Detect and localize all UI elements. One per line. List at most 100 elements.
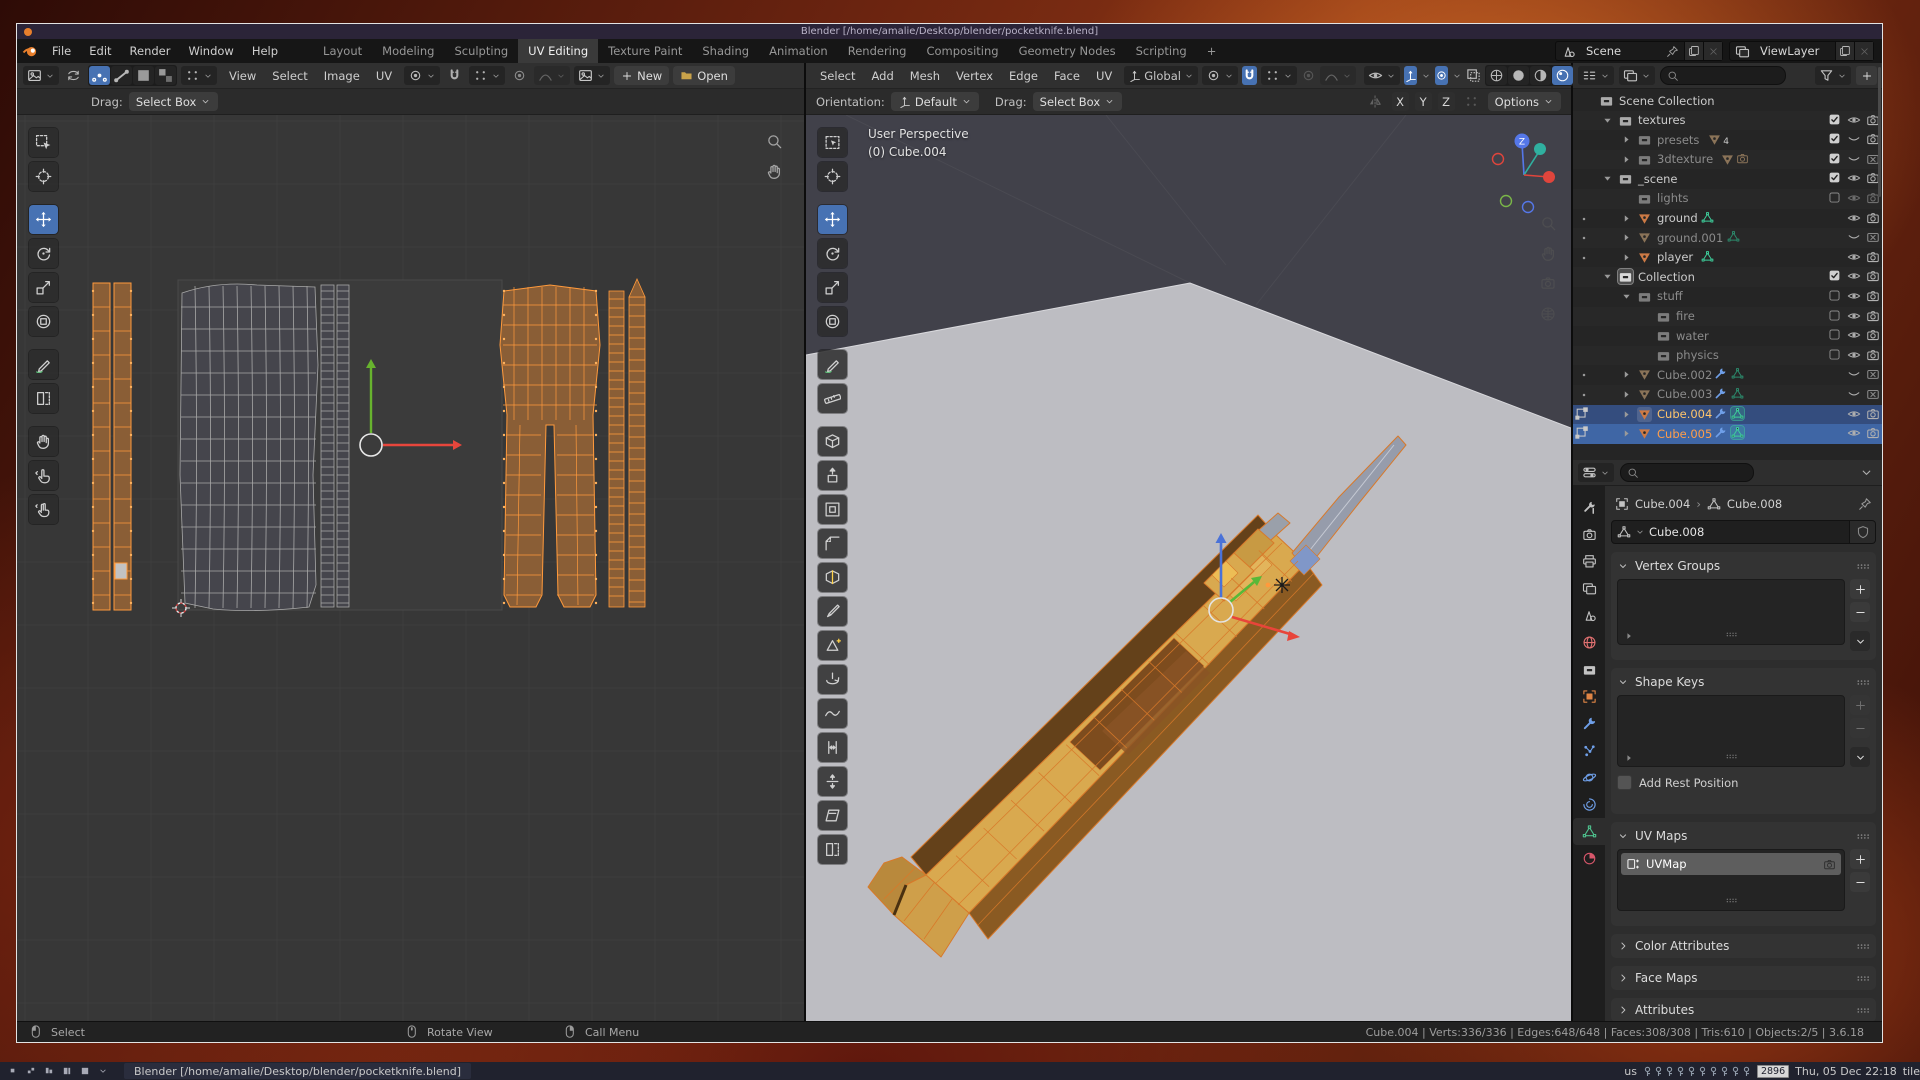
tray-icon[interactable] xyxy=(1654,1066,1663,1077)
uv-falloff-dropdown[interactable] xyxy=(534,66,570,85)
add-rest-position-checkbox[interactable] xyxy=(1617,775,1632,790)
outliner-item-label[interactable]: Scene Collection xyxy=(1619,94,1715,108)
new-scene-button[interactable] xyxy=(1684,42,1703,60)
snap-target-dropdown[interactable] xyxy=(1261,66,1297,85)
tool-annotate[interactable] xyxy=(818,350,847,379)
menu-edit[interactable]: Edit xyxy=(80,39,120,63)
scene-name[interactable]: Scene xyxy=(1581,42,1661,60)
tool-rip-region[interactable] xyxy=(818,835,847,864)
outliner-item-label[interactable]: Cube.004 xyxy=(1657,407,1712,421)
uv-drag-mode-dropdown[interactable]: Select Box xyxy=(129,92,219,111)
disable-render-toggle[interactable] xyxy=(1866,230,1880,244)
exclude-checkbox[interactable] xyxy=(1828,309,1841,322)
uv-snap-target-dropdown[interactable] xyxy=(469,66,505,85)
outliner-item-label[interactable]: 3dtexture xyxy=(1657,152,1713,166)
outliner-row-textures[interactable]: textures xyxy=(1573,111,1882,131)
tool-smooth[interactable] xyxy=(818,699,847,728)
uv-pivot-dropdown[interactable] xyxy=(404,66,440,85)
tool-scale[interactable] xyxy=(818,273,847,302)
tool-transform[interactable] xyxy=(818,307,847,336)
remove-uvmap-button[interactable] xyxy=(1850,872,1870,892)
scene-selector[interactable]: Scene xyxy=(1555,41,1723,61)
tray-icon[interactable] xyxy=(1687,1066,1696,1077)
menu-help[interactable]: Help xyxy=(243,39,287,63)
workspace-tab-rendering[interactable]: Rendering xyxy=(838,39,917,63)
panel-grip-icon[interactable] xyxy=(1855,829,1870,844)
viewlayer-browse-icon[interactable] xyxy=(1730,42,1755,60)
outliner-scrollbar[interactable] xyxy=(1878,67,1881,197)
tray-icon[interactable] xyxy=(1720,1066,1729,1077)
properties-tab-object[interactable] xyxy=(1573,683,1605,710)
outliner-item-label[interactable]: water xyxy=(1676,329,1709,343)
expand-arrow-icon[interactable] xyxy=(1621,428,1632,439)
taskbar-window-button[interactable]: Blender [/home/amalie/Desktop/blender/po… xyxy=(124,1063,471,1079)
tray-icon[interactable] xyxy=(1698,1066,1707,1077)
panel-grip-icon[interactable] xyxy=(1855,675,1870,690)
editor-type-dropdown[interactable] xyxy=(23,66,59,85)
disable-render-toggle[interactable] xyxy=(1866,387,1880,401)
image-browse-dropdown[interactable] xyxy=(574,66,610,85)
collapse-arrow-icon[interactable] xyxy=(1617,560,1629,572)
tool-move[interactable] xyxy=(29,205,58,234)
tool-annotate[interactable] xyxy=(29,350,58,379)
workspace-tab-sculpting[interactable]: Sculpting xyxy=(444,39,518,63)
tool-add-cube[interactable] xyxy=(818,427,847,456)
tool-move[interactable] xyxy=(818,205,847,234)
expand-arrow-icon[interactable] xyxy=(1602,173,1613,184)
outliner-item-label[interactable]: Collection xyxy=(1638,270,1695,284)
fake-user-shield-button[interactable] xyxy=(1850,520,1876,544)
mirror-axis-icon[interactable] xyxy=(1365,92,1386,111)
properties-tab-data[interactable] xyxy=(1573,818,1605,845)
pager-workspace-icon[interactable] xyxy=(62,1066,72,1076)
workspace-tab-modeling[interactable]: Modeling xyxy=(372,39,444,63)
face-maps-panel[interactable]: Face Maps xyxy=(1611,966,1876,990)
uv-canvas[interactable] xyxy=(17,115,804,1022)
expand-arrow-icon[interactable] xyxy=(1621,389,1632,400)
tool-knife[interactable] xyxy=(818,597,847,626)
outliner-item-label[interactable]: presets xyxy=(1657,133,1699,147)
outliner-row-ground-001[interactable]: ground.001 xyxy=(1573,228,1882,248)
uvmap-render-camera-icon[interactable] xyxy=(1823,858,1836,871)
expand-arrow-icon[interactable] xyxy=(1617,972,1629,984)
workspace-tab-layout[interactable]: Layout xyxy=(313,39,372,63)
blender-logo-icon[interactable] xyxy=(17,39,43,63)
outliner-row-physics[interactable]: physics xyxy=(1573,346,1882,366)
remove-shape-key-button[interactable] xyxy=(1850,718,1870,738)
workspace-tab-compositing[interactable]: Compositing xyxy=(916,39,1008,63)
disable-render-toggle[interactable] xyxy=(1866,407,1880,421)
hide-eye-toggle[interactable] xyxy=(1847,191,1861,205)
add-shape-key-button[interactable] xyxy=(1850,695,1870,715)
tool-two-finger-swipe[interactable] xyxy=(29,495,58,524)
outliner-filter-dropdown[interactable] xyxy=(1815,66,1851,85)
outliner-row-cube-003[interactable]: Cube.003 xyxy=(1573,385,1882,405)
exclude-checkbox[interactable] xyxy=(1828,348,1841,361)
tool-bevel[interactable] xyxy=(818,529,847,558)
outliner-row-scene collection[interactable]: Scene Collection xyxy=(1573,91,1882,111)
geometry-nodes-icon[interactable] xyxy=(1731,387,1744,400)
attributes-panel[interactable]: Attributes xyxy=(1611,998,1876,1022)
tool-transform[interactable] xyxy=(29,307,58,336)
geometry-nodes-icon[interactable] xyxy=(1731,407,1744,423)
outliner-item-label[interactable]: Cube.002 xyxy=(1657,368,1712,382)
properties-tab-render[interactable] xyxy=(1573,521,1605,548)
vp-drag-mode-dropdown[interactable]: Select Box xyxy=(1033,92,1123,111)
face-maps-title[interactable]: Face Maps xyxy=(1635,971,1698,985)
tool-inset[interactable] xyxy=(818,495,847,524)
list-grip-icon[interactable] xyxy=(1725,894,1738,907)
outliner-row-_scene[interactable]: _scene xyxy=(1573,169,1882,189)
shape-keys-title[interactable]: Shape Keys xyxy=(1635,675,1704,689)
outliner-search-input[interactable] xyxy=(1660,66,1786,85)
exclude-checkbox[interactable] xyxy=(1828,191,1841,204)
hide-eye-toggle[interactable] xyxy=(1847,289,1861,303)
color-attributes-panel[interactable]: Color Attributes xyxy=(1611,934,1876,958)
keyboard-layout-indicator[interactable]: us xyxy=(1624,1065,1637,1078)
outliner-row-stuff[interactable]: stuff xyxy=(1573,287,1882,307)
vp-camera-view-icon[interactable] xyxy=(1540,275,1556,291)
vp-menu-mesh[interactable]: Mesh xyxy=(902,69,948,83)
outliner-item-label[interactable]: ground xyxy=(1657,211,1698,225)
outliner-row-ground[interactable]: ground xyxy=(1573,209,1882,229)
uv-zoom-icon[interactable] xyxy=(766,133,783,150)
resize-corner-icon[interactable] xyxy=(1624,753,1634,763)
workspace-tab-shading[interactable]: Shading xyxy=(692,39,759,63)
modifier-wrench-icon[interactable] xyxy=(1714,367,1727,380)
